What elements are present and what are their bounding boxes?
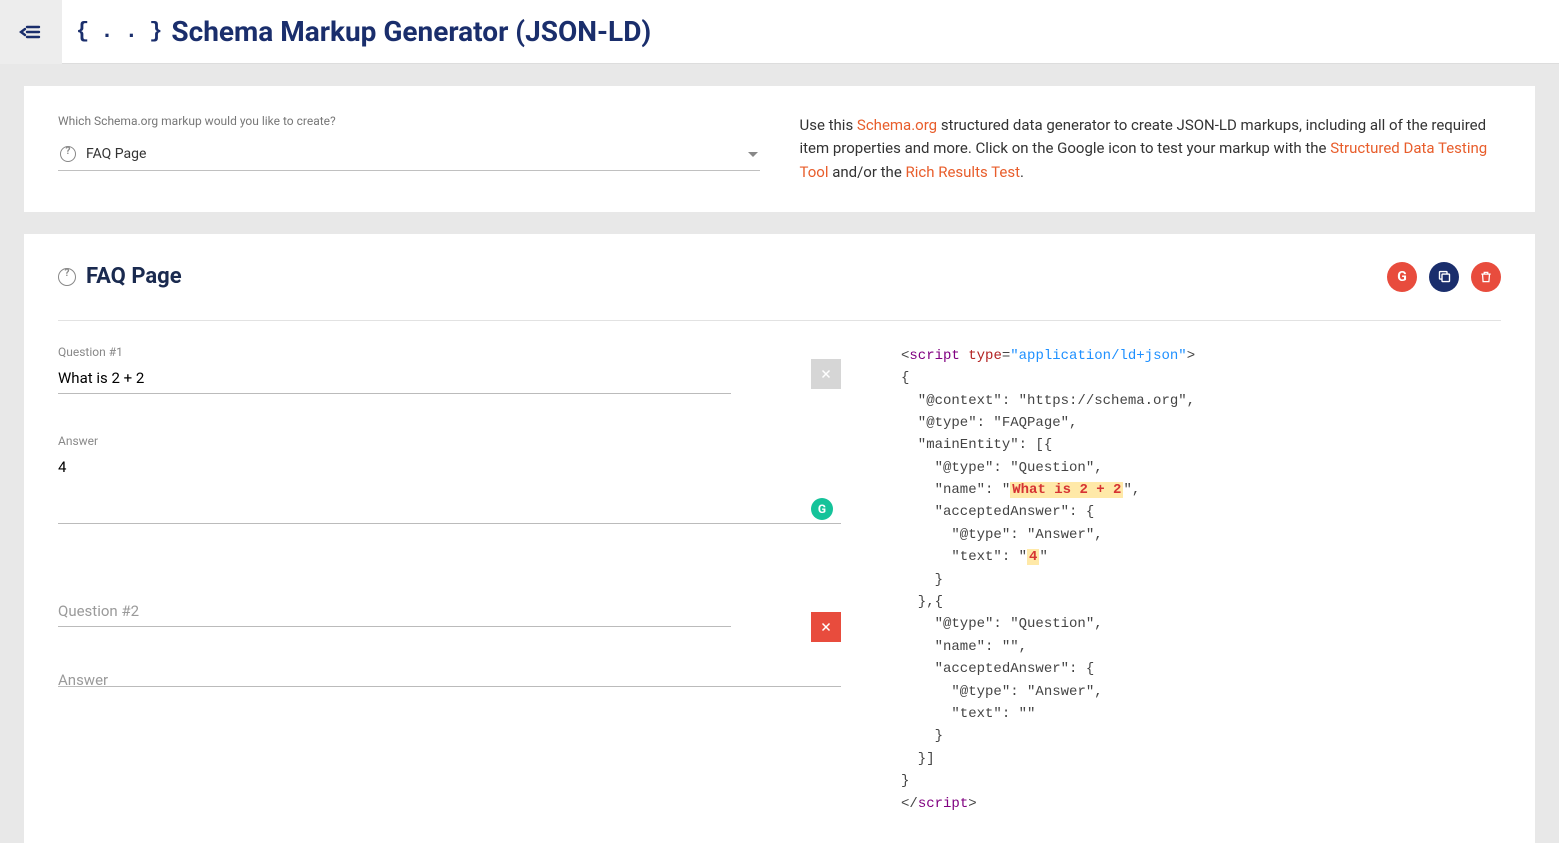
page-title: Schema Markup Generator (JSON-LD) [171,15,651,48]
rich-results-link[interactable]: Rich Results Test [906,163,1021,181]
remove-question-button[interactable] [811,359,841,389]
menu-collapse-icon [19,20,43,44]
question-mark-icon [60,146,76,162]
remove-question-button[interactable] [811,612,841,642]
answer-input[interactable] [58,667,841,687]
schema-select-value: FAQ Page [86,146,146,162]
menu-toggle-button[interactable] [0,0,62,64]
answer-label: Answer [58,434,841,448]
faq-section-title: FAQ Page [86,264,182,289]
question-block: Question #1 [58,345,841,394]
copy-icon [1437,269,1452,284]
schema-selector-panel: Which Schema.org markup would you like t… [24,86,1535,212]
faq-form: Question #1 Answer G [58,345,841,815]
schema-org-link[interactable]: Schema.org [857,116,937,134]
reset-button[interactable] [1471,262,1501,292]
copy-button[interactable] [1429,262,1459,292]
google-icon: G [1397,269,1407,285]
answer-input[interactable] [58,454,841,524]
chevron-down-icon [748,152,758,157]
header-bar: { . . } Schema Markup Generator (JSON-LD… [0,0,1559,64]
question-input[interactable] [58,598,731,627]
trash-icon [1479,270,1493,284]
faq-panel: FAQ Page G [24,234,1535,843]
logo-icon: { . . } [76,19,161,44]
code-output: <script type="application/ld+json"> { "@… [901,345,1501,815]
question-input[interactable] [58,365,731,394]
schema-select-dropdown[interactable]: FAQ Page [58,142,760,171]
answer-block [58,667,841,691]
schema-select-label: Which Schema.org markup would you like t… [58,114,760,128]
intro-text: Use this Schema.org structured data gene… [800,114,1502,184]
test-google-button[interactable]: G [1387,262,1417,292]
question-mark-icon [58,268,76,286]
close-icon [820,621,832,633]
close-icon [820,368,832,380]
answer-block: Answer G [58,434,841,528]
grammarly-icon[interactable]: G [811,498,833,520]
question-label: Question #1 [58,345,841,359]
question-block [58,598,841,627]
